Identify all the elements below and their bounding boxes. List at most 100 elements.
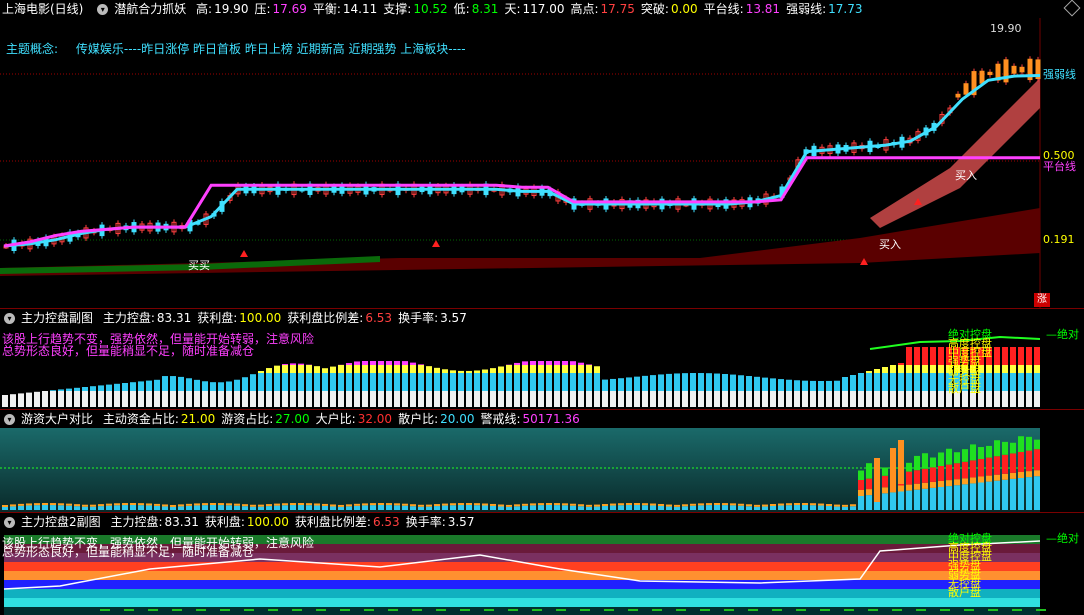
control-bar-white bbox=[210, 391, 216, 407]
control-bar-cyan bbox=[938, 373, 944, 391]
pane2-title[interactable]: 主力控盘副图 bbox=[21, 311, 93, 325]
pane4-menu-icon[interactable]: ▾ bbox=[4, 517, 15, 528]
control-bar-yellow bbox=[562, 365, 568, 373]
volume-tick bbox=[580, 609, 590, 611]
capital-bar-active bbox=[354, 503, 360, 506]
control-bar-white bbox=[738, 391, 744, 407]
control-bar-cyan bbox=[546, 373, 552, 391]
control-bar-white bbox=[938, 391, 944, 407]
main-field-label: 低: bbox=[453, 2, 470, 16]
capital-bar-hot bbox=[1018, 436, 1024, 452]
control-bar-red bbox=[354, 361, 360, 365]
pane4-title[interactable]: 主力控盘2副图 bbox=[21, 515, 101, 529]
control-bar-yellow bbox=[930, 365, 936, 373]
control-bar-yellow bbox=[386, 365, 392, 373]
capital-bar-active bbox=[218, 503, 224, 506]
capital-bar-retail bbox=[290, 505, 296, 510]
pane3-menu-icon[interactable]: ▾ bbox=[4, 414, 15, 425]
control-bar-yellow bbox=[994, 365, 1000, 373]
control-bar-white bbox=[178, 391, 184, 407]
pane2-menu-icon[interactable]: ▾ bbox=[4, 313, 15, 324]
control-bar-yellow bbox=[490, 368, 496, 373]
control2-subchart-pane[interactable]: ▾ 主力控盘2副图 主力控盘: 83.31 获利盘: 100.00 获利盘比例差: 6.53… bbox=[0, 513, 1084, 615]
control-bar-white bbox=[2, 395, 8, 407]
control-subchart-pane[interactable]: ▾ 主力控盘副图 主力控盘: 83.31 获利盘: 100.00 获利盘比例差: 6.53 换… bbox=[0, 309, 1084, 409]
capital-bar-retail bbox=[50, 505, 56, 510]
main-chart-pane[interactable]: 上海电影(日线) ▾ 潜航合力抓妖 高: 19.90 压: 17.69 平衡: 14.11 支… bbox=[0, 0, 1084, 308]
capital-bar-retail bbox=[426, 506, 432, 510]
control-bar-red bbox=[938, 347, 944, 365]
capital-bar-retail bbox=[922, 488, 928, 510]
control-bar-white bbox=[378, 391, 384, 407]
capital-bar-retail bbox=[506, 506, 512, 510]
pane3-field-label: 大户比: bbox=[315, 412, 356, 426]
capital-bar-retail bbox=[410, 506, 416, 510]
control-bar-yellow bbox=[578, 365, 584, 373]
stock-name: 上海电影(日线) bbox=[2, 2, 84, 16]
control-bar-cyan bbox=[122, 383, 128, 391]
capital-bar-active bbox=[338, 504, 344, 507]
capital-bars-chart[interactable] bbox=[0, 428, 1084, 512]
volume-tick bbox=[628, 609, 638, 611]
control-bar-yellow bbox=[450, 370, 456, 373]
control-bar-white bbox=[282, 391, 288, 407]
capital-bar-active bbox=[522, 503, 528, 506]
control-bar-white bbox=[626, 391, 632, 407]
control-bar-white bbox=[722, 391, 728, 407]
control-bar-red bbox=[562, 361, 568, 365]
capital-bar-hot bbox=[858, 470, 864, 480]
price-chart[interactable] bbox=[0, 18, 1084, 308]
capital-bar-active bbox=[1026, 471, 1032, 478]
high-price-label: 19.90 bbox=[990, 22, 1022, 35]
capital-bar-hot bbox=[914, 455, 920, 471]
control-bar-white bbox=[618, 391, 624, 407]
capital-comparison-pane[interactable]: ▾ 游资大户对比 主动资金占比: 21.00 游资占比: 27.00 大户比: 32.00 散… bbox=[0, 410, 1084, 512]
capital-bar-retail bbox=[106, 505, 112, 510]
capital-bar-active bbox=[1018, 472, 1024, 478]
control-bar-cyan bbox=[666, 373, 672, 391]
capital-bar-retail bbox=[1018, 478, 1024, 510]
control-bar-white bbox=[394, 391, 400, 407]
zhang-badge[interactable]: 涨 bbox=[1034, 293, 1050, 307]
control-bar-white bbox=[202, 391, 208, 407]
pane3-title[interactable]: 游资大户对比 bbox=[21, 412, 93, 426]
control-bar-yellow bbox=[442, 369, 448, 373]
main-field-value: 13.81 bbox=[745, 2, 781, 16]
control-bar-cyan bbox=[690, 373, 696, 391]
control-bar-white bbox=[554, 391, 560, 407]
control-bar-cyan bbox=[194, 379, 200, 391]
control-bar-white bbox=[698, 391, 704, 407]
capital-bar-active bbox=[10, 504, 16, 507]
capital-bar-hot bbox=[930, 457, 936, 468]
indicator-name[interactable]: 潜航合力抓妖 bbox=[114, 2, 186, 16]
control-bar-yellow bbox=[922, 365, 928, 373]
control-bar-white bbox=[866, 391, 872, 407]
capital-bar-retail bbox=[66, 505, 72, 510]
main-field-value: 19.90 bbox=[214, 2, 249, 16]
capital-bar-active bbox=[418, 504, 424, 507]
control-bar-red bbox=[402, 361, 408, 365]
control-bar-cyan bbox=[802, 380, 808, 391]
control-bar-red bbox=[538, 361, 544, 365]
control-bar-red bbox=[570, 361, 576, 365]
capital-bar-retail bbox=[418, 506, 424, 510]
control-bar-yellow bbox=[466, 370, 472, 373]
control-bar-cyan bbox=[322, 373, 328, 391]
indicator-menu-icon[interactable]: ▾ bbox=[97, 4, 109, 15]
volume-tick bbox=[844, 609, 854, 611]
control-bar-red bbox=[282, 364, 288, 365]
control-bar-cyan bbox=[986, 373, 992, 391]
control-bar-white bbox=[418, 391, 424, 407]
candle bbox=[1019, 66, 1025, 73]
control-bar-white bbox=[314, 391, 320, 407]
candle bbox=[963, 83, 969, 95]
pane2-field-value: 3.57 bbox=[440, 311, 467, 325]
control-bar-cyan bbox=[98, 385, 104, 391]
pane3-field-value: 32.00 bbox=[357, 412, 393, 426]
control-bar-cyan bbox=[250, 374, 256, 391]
control-band bbox=[4, 598, 1040, 607]
control-bar-red bbox=[362, 361, 368, 365]
control-bar-white bbox=[858, 391, 864, 407]
control-bar-cyan bbox=[434, 373, 440, 391]
capital-bar-retail bbox=[498, 506, 504, 510]
